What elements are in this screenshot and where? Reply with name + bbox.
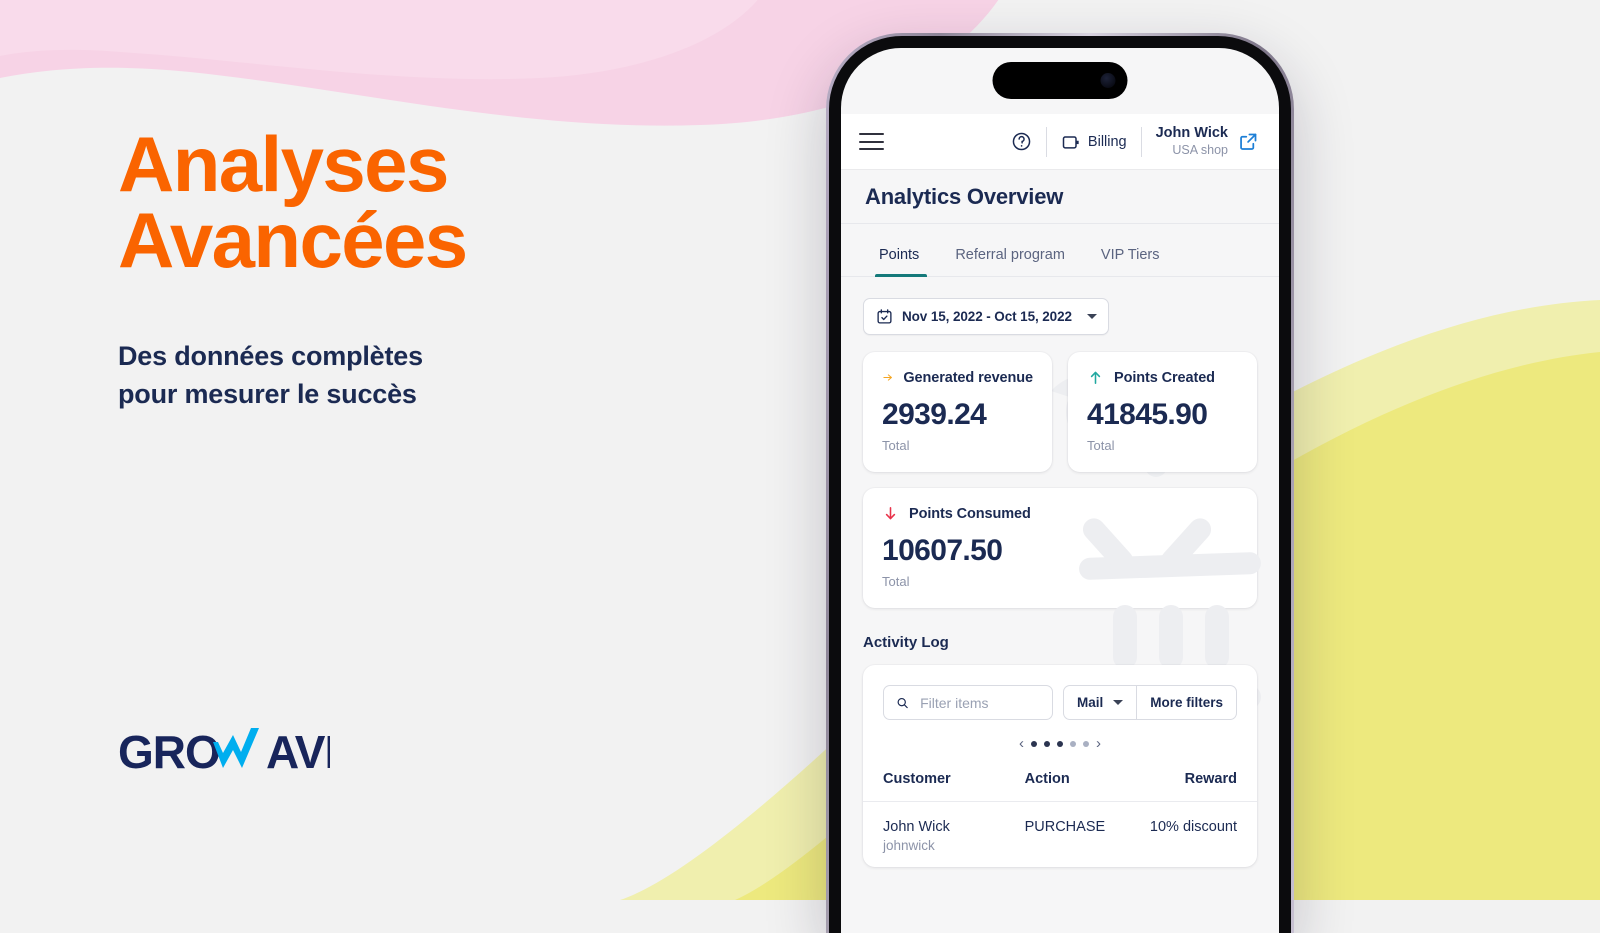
more-filters-button[interactable]: More filters [1137, 685, 1237, 720]
tab-vip-tiers[interactable]: VIP Tiers [1083, 247, 1178, 276]
cell-customer: John Wick johnwick [883, 819, 1025, 853]
hamburger-menu-icon[interactable] [859, 133, 884, 150]
activity-log-title: Activity Log [863, 634, 949, 651]
search-icon [897, 697, 908, 708]
subheadline: Des données complètes pour mesurer le su… [118, 340, 423, 410]
chevron-right-icon[interactable]: › [1096, 736, 1101, 751]
phone-mockup: Billing John Wick USA shop Analytics Ove… [826, 33, 1294, 933]
date-range-value: Nov 15, 2022 - Oct 15, 2022 [902, 309, 1072, 324]
stat-title: Points Created [1114, 369, 1215, 386]
chevron-down-icon [1113, 700, 1124, 705]
stat-card-generated-revenue: Generated revenue 2939.24 Total [863, 352, 1052, 472]
activity-log-card: Mail More filters ‹ › [863, 665, 1257, 867]
arrow-up-icon [1090, 371, 1101, 384]
user-name: John Wick [1155, 125, 1228, 142]
cell-action: PURCHASE [1024, 819, 1106, 835]
more-filters-label: More filters [1150, 695, 1223, 710]
app-top-bar: Billing John Wick USA shop [841, 114, 1279, 170]
mail-filter-dropdown[interactable]: Mail [1062, 685, 1138, 720]
pagination-dot[interactable] [1031, 740, 1037, 747]
growave-logo: GRO AVE [118, 726, 330, 778]
billing-wallet-icon [1062, 135, 1079, 149]
table-row[interactable]: John Wick johnwick PURCHASE 10% discount [863, 802, 1257, 867]
tab-bar: Points Referral program VIP Tiers [841, 224, 1279, 277]
logo-text-ave: AVE [266, 726, 330, 778]
stat-cards-row: Generated revenue 2939.24 Total Points C… [863, 352, 1257, 472]
user-shop: USA shop [1172, 142, 1228, 157]
tab-points[interactable]: Points [865, 247, 937, 277]
external-link-icon [1240, 133, 1257, 150]
page-title-bar: Analytics Overview [841, 170, 1279, 224]
activity-table-header: Customer Action Reward [863, 755, 1257, 802]
help-button[interactable] [997, 131, 1046, 152]
column-header-reward: Reward [1184, 771, 1237, 787]
analytics-content: Nov 15, 2022 - Oct 15, 2022 Generated re… [841, 277, 1279, 933]
stat-card-header: Points Created [1087, 369, 1238, 386]
stat-value: 41845.90 [1087, 398, 1208, 431]
tab-referral-program[interactable]: Referral program [937, 247, 1083, 276]
mail-filter-label: Mail [1076, 695, 1104, 710]
stat-card-points-consumed: Points Consumed 10607.50 Total [863, 488, 1257, 608]
stat-card-header: Generated revenue [882, 369, 1033, 386]
billing-button[interactable]: Billing [1047, 132, 1141, 152]
column-header-customer: Customer [883, 771, 951, 787]
stat-value: 2939.24 [882, 398, 987, 431]
search-input-wrapper[interactable] [883, 685, 1053, 720]
logo-wave-mark [213, 728, 259, 768]
filter-items-input[interactable] [918, 693, 1040, 712]
activity-filters: Mail More filters [863, 665, 1257, 720]
calendar-icon [877, 309, 892, 324]
cell-reward: 10% discount [1149, 819, 1237, 835]
stat-subtitle: Total [882, 574, 910, 589]
dynamic-island [992, 62, 1128, 99]
marketing-copy: Analyses Avancées Des données complètes … [118, 120, 778, 414]
customer-handle: johnwick [883, 838, 935, 853]
pagination-dot[interactable] [1057, 740, 1063, 747]
front-camera-icon [1100, 73, 1116, 88]
customer-name: John Wick [883, 819, 950, 835]
chevron-left-icon[interactable]: ‹ [1019, 736, 1024, 751]
page-title: Analytics Overview [865, 183, 1064, 209]
pagination-dot[interactable] [1070, 740, 1076, 747]
topbar-actions: Billing John Wick USA shop [997, 125, 1263, 159]
arrow-down-icon [885, 507, 896, 520]
phone-screen: Billing John Wick USA shop Analytics Ove… [841, 48, 1279, 933]
logo-text-gro: GRO [118, 726, 220, 778]
stat-value: 10607.50 [882, 534, 1003, 567]
stat-card-header: Points Consumed [882, 505, 1238, 522]
billing-label: Billing [1087, 133, 1127, 150]
arrow-right-icon [883, 374, 892, 381]
stat-card-points-created: Points Created 41845.90 Total [1068, 352, 1257, 472]
external-link-button[interactable] [1238, 131, 1263, 152]
help-circle-icon [1012, 132, 1031, 151]
headline: Analyses Avancées [118, 120, 468, 285]
date-range-picker[interactable]: Nov 15, 2022 - Oct 15, 2022 [863, 298, 1109, 335]
stat-title: Points Consumed [909, 505, 1031, 522]
activity-pagination: ‹ › [863, 720, 1257, 755]
pagination-dot[interactable] [1083, 740, 1089, 747]
stat-subtitle: Total [1087, 438, 1115, 453]
user-account[interactable]: John Wick USA shop [1142, 125, 1238, 158]
chevron-down-icon [1086, 314, 1097, 319]
filter-button-group: Mail More filters [1062, 685, 1237, 720]
pagination-dot[interactable] [1044, 740, 1050, 747]
column-header-action: Action [1024, 771, 1070, 787]
stat-subtitle: Total [882, 438, 910, 453]
stat-title: Generated revenue [903, 369, 1033, 386]
